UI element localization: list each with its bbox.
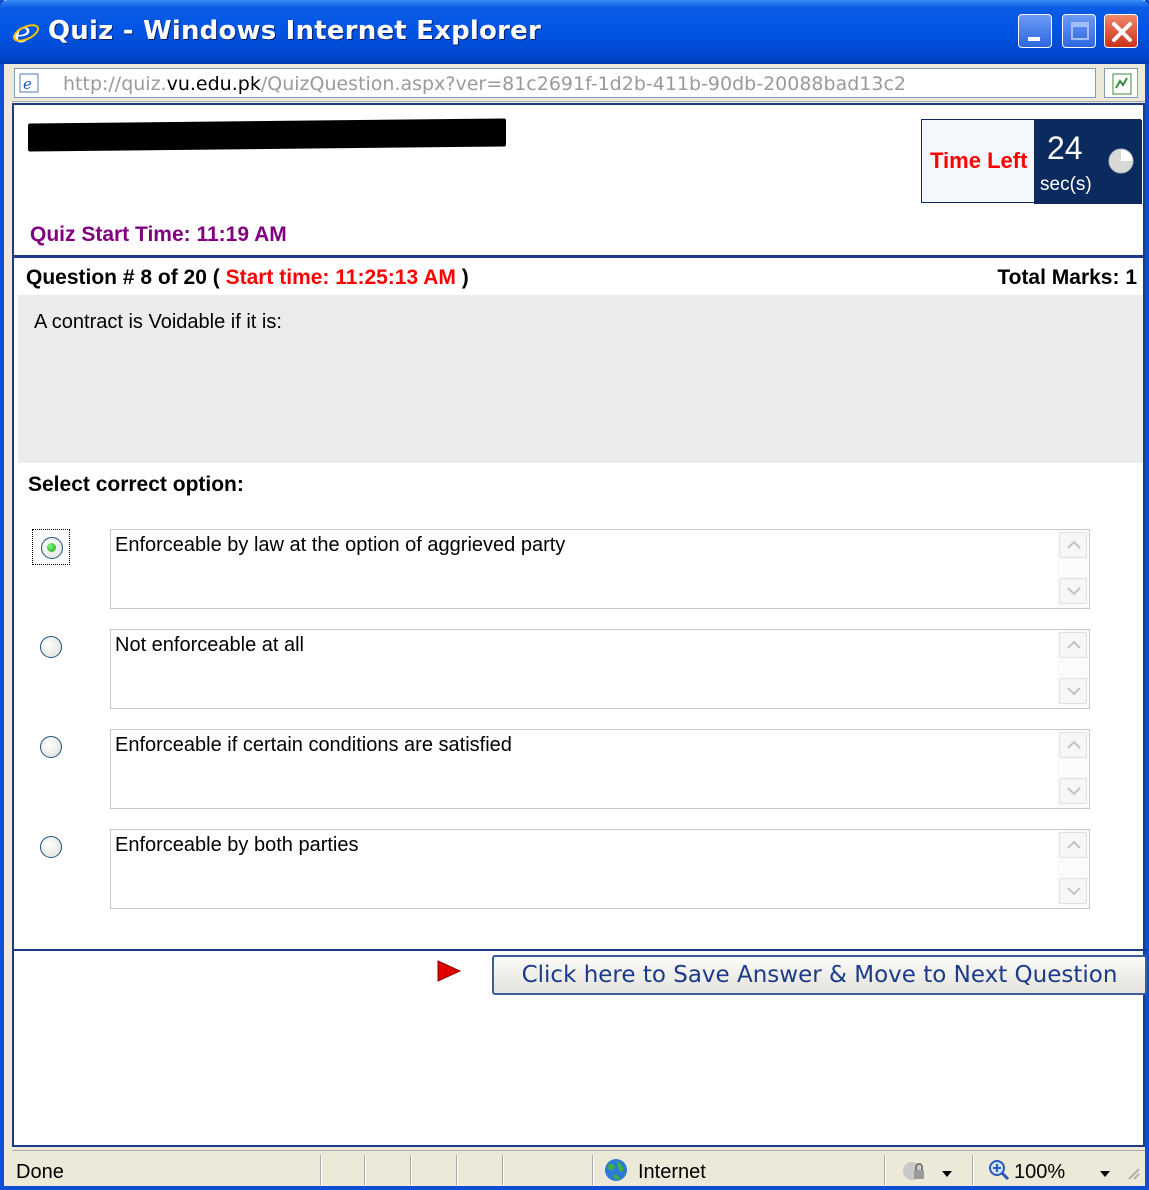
scroll-down-button[interactable] <box>1059 778 1087 804</box>
time-left-label: Time Left <box>930 148 1028 173</box>
question-header-close: ) <box>461 266 469 289</box>
svg-text:e: e <box>23 75 32 93</box>
option-row: Not enforceable at all <box>14 629 1147 711</box>
scroll-up-button[interactable] <box>1059 832 1087 858</box>
clock-icon <box>1108 148 1134 174</box>
chevron-up-icon <box>1067 540 1081 549</box>
option-radio[interactable] <box>32 729 70 765</box>
status-divider <box>592 1155 594 1185</box>
scroll-down-button[interactable] <box>1059 878 1087 904</box>
scroll-down-button[interactable] <box>1059 578 1087 604</box>
address-bar: e http://quiz.vu.edu.pk/QuizQuestion.asp… <box>12 64 1145 102</box>
option-textarea[interactable]: Enforceable by law at the option of aggr… <box>110 529 1090 609</box>
ie-logo-icon: e <box>12 18 40 46</box>
option-scrollbar[interactable] <box>1057 530 1089 608</box>
quiz-start-time: Quiz Start Time: 11:19 AM <box>30 223 287 246</box>
chevron-down-icon <box>1067 787 1081 796</box>
url-text: http://quiz.vu.edu.pk/QuizQuestion.aspx?… <box>63 73 906 95</box>
option-textarea[interactable]: Not enforceable at all <box>110 629 1090 709</box>
scroll-up-button[interactable] <box>1059 732 1087 758</box>
option-radio[interactable] <box>32 829 70 865</box>
scroll-down-button[interactable] <box>1059 678 1087 704</box>
chevron-down-icon <box>1067 687 1081 696</box>
resize-grip-icon[interactable] <box>1125 1165 1141 1181</box>
status-divider <box>364 1155 366 1185</box>
option-radio[interactable] <box>32 629 70 665</box>
minimize-icon <box>1028 37 1040 41</box>
scroll-up-button[interactable] <box>1059 632 1087 658</box>
status-bar: Done Internet 100% <box>12 1150 1145 1186</box>
options-divider <box>14 949 1147 951</box>
scroll-up-button[interactable] <box>1059 532 1087 558</box>
arrow-flag-icon <box>437 960 462 982</box>
chevron-down-icon <box>1067 887 1081 896</box>
page-icon: e <box>19 73 39 93</box>
redacted-student-name <box>28 118 506 152</box>
protected-mode-icon[interactable] <box>900 1159 930 1183</box>
option-text: Enforceable by both parties <box>115 834 359 856</box>
zoom-icon[interactable] <box>988 1159 1010 1181</box>
status-text: Done <box>16 1161 64 1183</box>
question-text: A contract is Voidable if it is: <box>34 311 282 333</box>
option-row: Enforceable by law at the option of aggr… <box>14 529 1147 611</box>
security-zone[interactable]: Internet <box>638 1161 706 1184</box>
option-row: Enforceable by both parties <box>14 829 1147 911</box>
timer-panel: 24 sec(s) <box>1034 120 1142 204</box>
option-text: Not enforceable at all <box>115 634 305 656</box>
option-text: Enforceable if certain conditions are sa… <box>115 734 512 756</box>
close-icon <box>1112 22 1132 42</box>
compatibility-button[interactable] <box>1104 68 1138 98</box>
radio-button[interactable] <box>40 636 62 658</box>
total-marks: Total Marks: 1 <box>997 266 1137 289</box>
window-title: Quiz - Windows Internet Explorer <box>48 16 541 46</box>
zoom-level[interactable]: 100% <box>1014 1161 1065 1184</box>
compatibility-view-icon <box>1112 73 1132 95</box>
option-scrollbar[interactable] <box>1057 630 1089 708</box>
select-option-label: Select correct option: <box>28 473 244 496</box>
time-left-box: Time Left 24 sec(s) <box>921 119 1142 204</box>
option-scrollbar[interactable] <box>1057 830 1089 908</box>
chevron-down-icon <box>1067 587 1081 596</box>
header-divider <box>14 255 1143 258</box>
radio-dot <box>47 543 56 552</box>
save-next-button[interactable]: Click here to Save Answer & Move to Next… <box>492 955 1147 995</box>
chevron-up-icon <box>1067 740 1081 749</box>
question-body: A contract is Voidable if it is: <box>18 295 1143 463</box>
maximize-button[interactable] <box>1062 14 1096 48</box>
status-divider <box>884 1155 886 1185</box>
chevron-up-icon <box>1067 840 1081 849</box>
chevron-up-icon <box>1067 640 1081 649</box>
page-content: Time Left 24 sec(s) Quiz Start Time: 11:… <box>12 103 1147 1147</box>
question-number: Question # 8 of 20 ( <box>26 266 220 289</box>
option-scrollbar[interactable] <box>1057 730 1089 808</box>
radio-button[interactable] <box>40 836 62 858</box>
status-divider <box>410 1155 412 1185</box>
option-text: Enforceable by law at the option of aggr… <box>115 534 566 556</box>
browser-window: e Quiz - Windows Internet Explorer e htt… <box>0 0 1149 1190</box>
radio-button[interactable] <box>40 736 62 758</box>
status-divider <box>972 1155 974 1185</box>
option-radio[interactable] <box>32 529 70 565</box>
option-row: Enforceable if certain conditions are sa… <box>14 729 1147 811</box>
close-button[interactable] <box>1104 14 1138 48</box>
save-row: Click here to Save Answer & Move to Next… <box>14 953 1147 1003</box>
question-header: Question # 8 of 20 ( Start time: 11:25:1… <box>26 266 469 290</box>
minimize-button[interactable] <box>1018 14 1052 48</box>
status-divider <box>320 1155 322 1185</box>
title-bar[interactable]: e Quiz - Windows Internet Explorer <box>0 0 1149 64</box>
option-textarea[interactable]: Enforceable if certain conditions are sa… <box>110 729 1090 809</box>
time-left-value: 24 <box>1047 130 1083 166</box>
chevron-down-icon[interactable] <box>1100 1171 1110 1177</box>
status-divider <box>502 1155 504 1185</box>
maximize-icon <box>1071 22 1089 40</box>
url-field[interactable]: e http://quiz.vu.edu.pk/QuizQuestion.asp… <box>14 68 1096 98</box>
time-left-unit: sec(s) <box>1040 174 1092 195</box>
status-divider <box>456 1155 458 1185</box>
option-textarea[interactable]: Enforceable by both parties <box>110 829 1090 909</box>
radio-button-selected[interactable] <box>41 537 63 559</box>
globe-icon <box>605 1159 627 1181</box>
chevron-down-icon[interactable] <box>942 1171 952 1177</box>
question-start-time: Start time: 11:25:13 AM <box>225 266 456 289</box>
